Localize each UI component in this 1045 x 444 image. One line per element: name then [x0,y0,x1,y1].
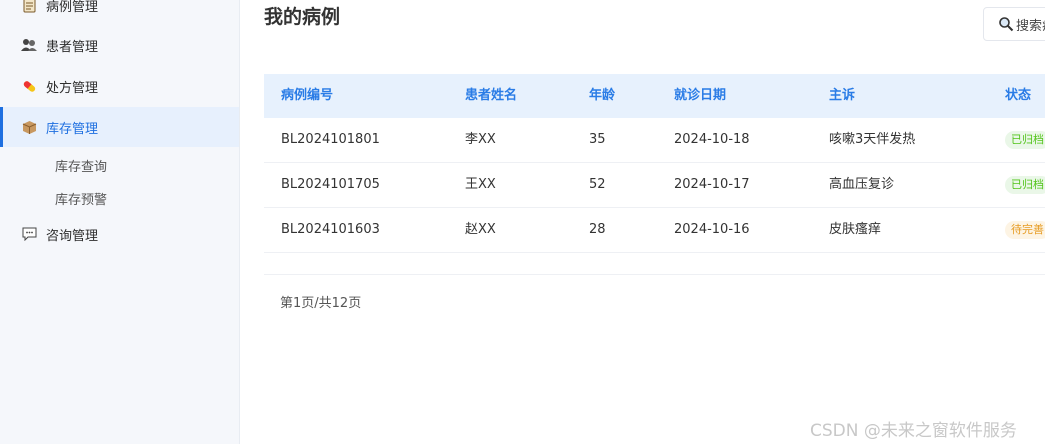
search-icon [998,16,1014,32]
sidebar-item-consultation[interactable]: 咨询管理 [0,214,239,254]
sidebar-item-inventory[interactable]: 库存管理 [0,107,239,147]
cell-name: 赵XX [465,222,496,237]
page-title: 我的病例 [264,6,341,28]
cell-age: 35 [589,132,606,147]
sidebar: 病例管理 患者管理 处方管理 库存管理 库存查询 库存预警 咨询管理 [0,0,240,444]
records-table: 病例编号 患者姓名 年龄 就诊日期 主诉 状态 BL2024101801 李XX… [264,74,1045,253]
cell-date: 2024-10-17 [674,177,750,192]
column-header-date[interactable]: 就诊日期 [674,74,726,118]
column-header-age[interactable]: 年龄 [589,74,615,118]
sidebar-item-label: 库存管理 [46,121,99,137]
sidebar-item-medical-records[interactable]: 病例管理 [0,0,239,25]
sidebar-item-prescriptions[interactable]: 处方管理 [0,66,239,106]
table-row[interactable]: BL2024101801 李XX 35 2024-10-18 咳嗽3天伴发热 已… [264,118,1045,163]
medical-record-icon [21,0,37,13]
column-header-name[interactable]: 患者姓名 [465,74,517,118]
table-header: 病例编号 患者姓名 年龄 就诊日期 主诉 状态 [264,74,1045,118]
column-header-complaint[interactable]: 主诉 [829,74,855,118]
pill-icon [21,78,37,94]
sidebar-item-patients[interactable]: 患者管理 [0,25,239,65]
cell-complaint: 高血压复诊 [829,177,895,192]
column-header-id[interactable]: 病例编号 [281,74,333,118]
search-button[interactable]: 搜索病 [983,7,1045,41]
sidebar-subitem-inventory-query[interactable]: 库存查询 [55,156,107,175]
cell-id: BL2024101801 [281,132,380,147]
sidebar-item-label: 患者管理 [46,39,99,55]
sidebar-item-label: 处方管理 [46,80,99,96]
cell-id: BL2024101705 [281,177,380,192]
table-row[interactable]: BL2024101603 赵XX 28 2024-10-16 皮肤瘙痒 待完善 [264,208,1045,253]
cell-name: 王XX [465,177,496,192]
patients-icon [21,37,37,53]
status-badge: 已归档 [1005,176,1045,194]
column-header-status[interactable]: 状态 [1005,74,1031,118]
cell-complaint: 咳嗽3天伴发热 [829,132,916,147]
sidebar-item-label: 咨询管理 [46,228,99,244]
status-badge: 待完善 [1005,221,1045,239]
watermark: CSDN @未来之窗软件服务 [810,421,1017,441]
cell-date: 2024-10-16 [674,222,750,237]
cell-date: 2024-10-18 [674,132,750,147]
sidebar-subitem-inventory-alert[interactable]: 库存预警 [55,189,107,208]
sidebar-item-label: 病例管理 [46,0,99,15]
status-badge: 已归档 [1005,131,1045,149]
cell-age: 28 [589,222,606,237]
table-row[interactable]: BL2024101705 王XX 52 2024-10-17 高血压复诊 已归档 [264,163,1045,208]
search-button-label: 搜索病 [1016,18,1045,34]
cell-name: 李XX [465,132,496,147]
cell-age: 52 [589,177,606,192]
chat-icon [21,226,37,242]
box-icon [21,119,37,135]
table-divider [264,274,1045,275]
pagination-text: 第1页/共12页 [280,296,362,311]
cell-complaint: 皮肤瘙痒 [829,222,882,237]
cell-id: BL2024101603 [281,222,380,237]
